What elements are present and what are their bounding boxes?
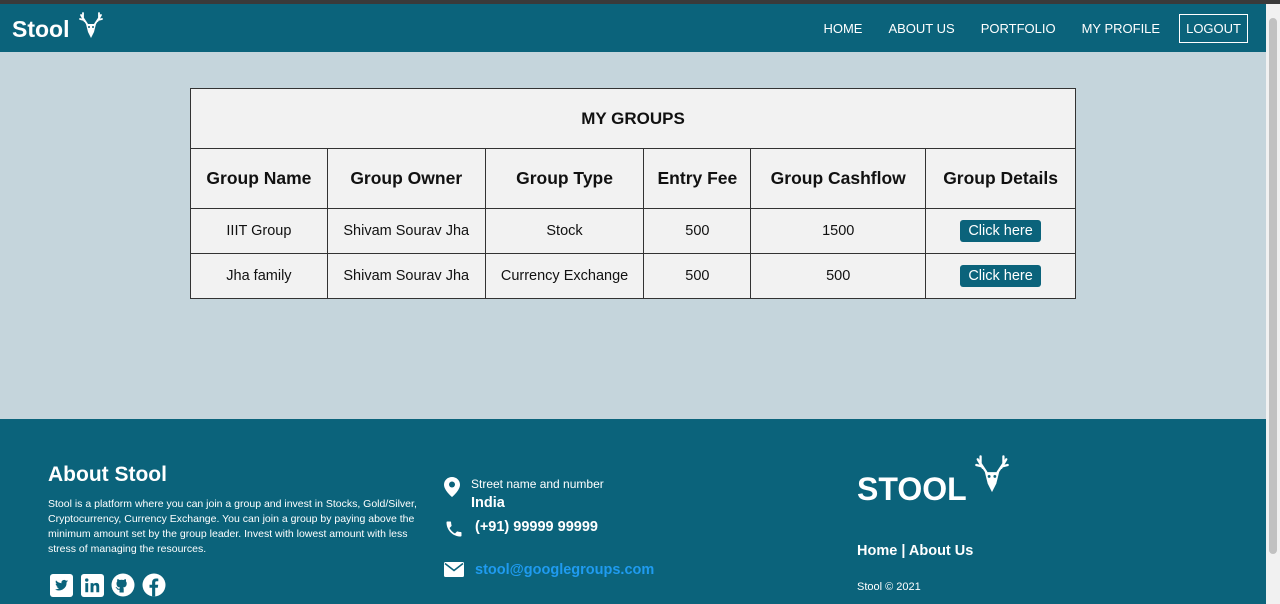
facebook-icon[interactable]	[142, 573, 166, 597]
twitter-icon[interactable]	[49, 573, 73, 597]
cell-group-owner: Shivam Sourav Jha	[326, 208, 486, 254]
table-row: IIIT Group Shivam Sourav Jha Stock 500 1…	[190, 208, 1076, 254]
page-scrollbar[interactable]	[1266, 4, 1280, 604]
cell-entry-fee: 500	[643, 208, 752, 254]
cell-group-cashflow: 1500	[750, 208, 927, 254]
header-group-cashflow: Group Cashflow	[750, 148, 927, 209]
cell-group-details: Click here	[925, 253, 1076, 299]
phone-icon	[444, 519, 464, 544]
country: India	[471, 495, 505, 511]
footer-brand: STOOL	[857, 455, 1011, 508]
scrollbar-thumb[interactable]	[1269, 18, 1277, 554]
email-row: stool@googlegroups.com	[444, 562, 654, 582]
cell-entry-fee: 500	[643, 253, 752, 299]
group-details-button[interactable]: Click here	[960, 220, 1041, 242]
email-link[interactable]: stool@googlegroups.com	[475, 562, 654, 578]
table-title: MY GROUPS	[190, 88, 1076, 149]
nav-portfolio-link[interactable]: PORTFOLIO	[981, 21, 1056, 36]
nav-about-link[interactable]: ABOUT US	[888, 21, 954, 36]
about-text: Stool is a platform where you can join a…	[48, 498, 417, 555]
social-links	[49, 573, 166, 597]
header-group-type: Group Type	[484, 148, 645, 209]
groups-table: MY GROUPS Group Name Group Owner Group T…	[190, 88, 1076, 299]
table-header-row: Group Name Group Owner Group Type Entry …	[190, 148, 1076, 209]
nav-profile-link[interactable]: MY PROFILE	[1082, 21, 1161, 36]
header-group-owner: Group Owner	[326, 148, 486, 209]
phone-row: (+91) 99999 99999	[444, 519, 598, 544]
cell-group-type: Stock	[484, 208, 645, 254]
copyright: Stool © 2021	[857, 581, 921, 593]
nav-home-link[interactable]: HOME	[823, 21, 862, 36]
cell-group-owner: Shivam Sourav Jha	[326, 253, 486, 299]
cell-group-name: IIIT Group	[190, 208, 328, 254]
header-group-details: Group Details	[925, 148, 1076, 209]
table-row: Jha family Shivam Sourav Jha Currency Ex…	[190, 253, 1076, 299]
cell-group-cashflow: 500	[750, 253, 927, 299]
github-icon[interactable]	[111, 573, 135, 597]
deer-icon	[974, 455, 1009, 493]
brand-name: Stool	[12, 16, 70, 42]
brand-logo[interactable]: Stool	[12, 12, 104, 43]
cell-group-type: Currency Exchange	[484, 253, 645, 299]
deer-icon	[78, 12, 103, 38]
cell-group-details: Click here	[925, 208, 1076, 254]
linkedin-icon[interactable]	[80, 573, 104, 597]
footer-about-link[interactable]: About Us	[909, 543, 973, 559]
footer-brand-name: STOOL	[857, 471, 967, 507]
header-group-name: Group Name	[190, 148, 328, 209]
phone-number: (+91) 99999 99999	[475, 519, 598, 535]
footer-links: Home | About Us	[857, 543, 973, 559]
about-title: About Stool	[48, 463, 167, 486]
street-address: Street name and number	[471, 477, 604, 491]
logout-button[interactable]: LOGOUT	[1179, 14, 1248, 43]
header-entry-fee: Entry Fee	[643, 148, 752, 209]
group-details-button[interactable]: Click here	[960, 265, 1041, 287]
footer-link-separator: |	[901, 543, 906, 559]
nav-links: HOME ABOUT US PORTFOLIO MY PROFILE LOGOU…	[797, 14, 1248, 43]
footer-home-link[interactable]: Home	[857, 543, 897, 559]
map-marker-icon	[444, 477, 464, 502]
navbar: Stool HOME ABOUT US PORTFOLIO MY PROFILE…	[0, 4, 1266, 52]
cell-group-name: Jha family	[190, 253, 328, 299]
address-row: Street name and number India	[444, 477, 604, 511]
envelope-icon	[444, 562, 464, 582]
footer: About Stool Stool is a platform where yo…	[0, 419, 1266, 604]
